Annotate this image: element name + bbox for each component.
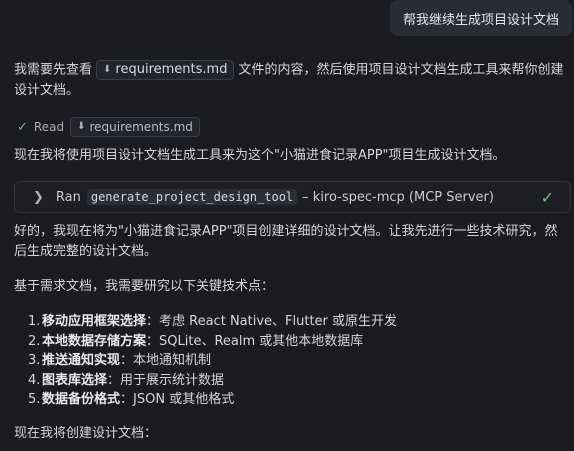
list-item-title: 数据备份格式 (42, 392, 121, 407)
list-item-desc: ：考虑 React Native、Flutter 或原生开发 (146, 314, 398, 329)
list-item-desc: ：JSON 或其他格式 (120, 392, 235, 407)
list-item: 2. 本地数据存储方案 ：SQLite、Realm 或其他本地数据库 (28, 332, 397, 352)
final-line: 现在我将创建设计文档： (14, 426, 158, 441)
list-item-number: 2. (28, 333, 41, 349)
list-item: 1. 移动应用框架选择 ：考虑 React Native、Flutter 或原生… (28, 312, 397, 332)
chevron-right-icon[interactable]: ❯ (33, 190, 44, 205)
list-item-desc: ：SQLite、Realm 或其他本地数据库 (146, 333, 364, 349)
intro-paragraph: 我需要先查看 ⬇ requirements.md 文件的内容，然后使用项目设计文档生成… (14, 60, 568, 101)
user-message-text: 帮我继续生成项目设计文档 (402, 12, 559, 28)
download-arrow-icon: ⬇ (103, 64, 112, 75)
list-item: 5. 数据备份格式 ：JSON 或其他格式 (28, 390, 397, 410)
tool-server: – kiro-spec-mcp (MCP Server) (302, 189, 494, 205)
list-item-title: 本地数据存储方案 (42, 333, 147, 349)
user-message: 帮我继续生成项目设计文档 (389, 0, 572, 36)
list-item-number: 4. (28, 372, 41, 388)
list-item: 4. 图表库选择 ：用于展示统计数据 (28, 371, 397, 391)
list-item-number: 3. (28, 353, 41, 368)
check-icon: ✓ (17, 119, 28, 135)
list-item-title: 推送通知实现 (42, 353, 121, 368)
download-arrow-icon: ⬇ (77, 121, 86, 132)
list-item-desc: ：本地通知机制 (120, 353, 212, 368)
tool-ran-label: Ran (55, 189, 81, 205)
research-list: 1. 移动应用框架选择 ：考虑 React Native、Flutter 或原生… (28, 312, 397, 410)
list-item-title: 图表库选择 (42, 372, 108, 388)
list-item-number: 5. (28, 392, 41, 407)
status-line: 现在我将使用项目设计文档生成工具来为这个"小猫进食记录APP"项目生成设计文档。 (14, 148, 506, 163)
chat-panel: 帮我继续生成项目设计文档 我需要先查看 ⬇ requirements.md 文件的内容… (0, 0, 574, 451)
read-file-chip[interactable]: ⬇ requirements.md (70, 117, 200, 137)
response-paragraph: 好的，我现在将为"小猫进食记录APP"项目创建详细的设计文档。让我先进行一些技术… (14, 224, 558, 259)
list-item-number: 1. (28, 314, 41, 329)
read-label: Read (33, 120, 65, 134)
file-reference-name: requirements.md (115, 62, 228, 77)
list-item-desc: ：用于展示统计数据 (107, 372, 225, 388)
intro-text-before: 我需要先查看 (14, 62, 93, 78)
list-item: 3. 推送通知实现 ：本地通知机制 (28, 351, 397, 371)
tool-name: generate_project_design_tool (86, 189, 298, 205)
research-intro: 基于需求文档，我需要研究以下关键技术点： (14, 279, 275, 294)
read-file-name: requirements.md (89, 120, 193, 134)
list-item-title: 移动应用框架选择 (42, 314, 147, 329)
file-reference-chip[interactable]: ⬇ requirements.md (96, 60, 235, 80)
tool-call-row[interactable]: ❯ Ran generate_project_design_tool – kir… (14, 181, 571, 213)
read-step: ✓ Read ⬇ requirements.md (17, 117, 200, 137)
check-icon: ✓ (540, 188, 554, 207)
